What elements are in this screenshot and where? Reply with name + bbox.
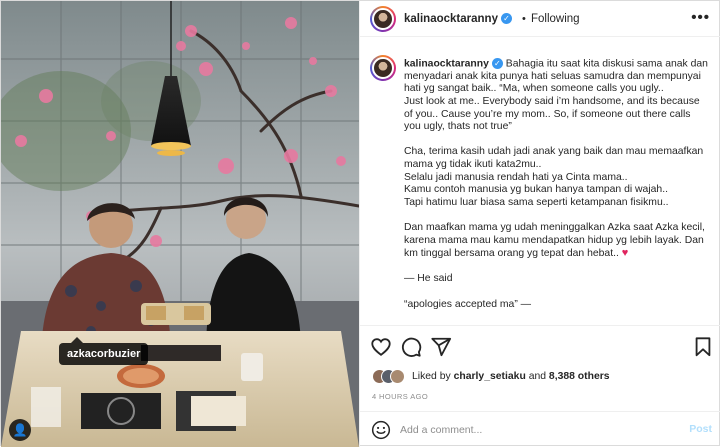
caption-verified-icon: ✓ bbox=[491, 58, 503, 69]
liker-avatar[interactable] bbox=[390, 369, 405, 384]
tagged-users-icon[interactable]: 👤 bbox=[9, 419, 31, 441]
photo-user-tag[interactable]: azkacorbuzier bbox=[59, 337, 149, 365]
comment-icon[interactable] bbox=[400, 336, 422, 358]
post-header: kalinaocktaranny ✓ • Following ••• bbox=[360, 1, 720, 37]
caption-paragraph: “apologies accepted ma” — bbox=[404, 298, 532, 310]
post-comment-button[interactable]: Post bbox=[689, 423, 712, 435]
likes-summary: Liked by charly_setiaku and 8,388 others bbox=[412, 371, 610, 382]
emoji-smiley-icon[interactable] bbox=[371, 420, 391, 440]
verified-badge-icon: ✓ bbox=[500, 13, 512, 25]
post-photo[interactable]: azkacorbuzier 👤 bbox=[1, 1, 359, 447]
caption-author-avatar[interactable] bbox=[370, 55, 396, 81]
restaurant-photo-illustration bbox=[1, 1, 359, 447]
caption-username[interactable]: kalinaocktaranny bbox=[404, 58, 489, 69]
author-username[interactable]: kalinaocktaranny ✓ bbox=[404, 13, 512, 25]
red-heart-icon: ♥ bbox=[621, 247, 629, 260]
following-button[interactable]: Following bbox=[531, 13, 580, 25]
author-avatar[interactable] bbox=[370, 6, 396, 32]
like-heart-icon[interactable] bbox=[370, 336, 392, 358]
post-details-panel: kalinaocktaranny ✓ • Following ••• kalina… bbox=[359, 1, 720, 447]
liked-by-user-link[interactable]: charly_setiaku bbox=[454, 371, 526, 382]
more-options-icon[interactable]: ••• bbox=[691, 9, 710, 26]
instagram-post-modal: azkacorbuzier 👤 kalinaocktaranny ✓ • Foll… bbox=[0, 0, 720, 447]
bookmark-icon[interactable] bbox=[692, 336, 714, 358]
caption-text: kalinaocktaranny ✓ Bahagia itu saat kita … bbox=[404, 58, 708, 324]
comment-input[interactable] bbox=[400, 421, 660, 439]
post-timestamp[interactable]: 4 HOURS AGO bbox=[372, 392, 428, 401]
author-username-text[interactable]: kalinaocktaranny bbox=[404, 13, 498, 25]
caption-area: kalinaocktaranny ✓ Bahagia itu saat kita … bbox=[360, 38, 720, 325]
others-count-link[interactable]: 8,388 others bbox=[549, 371, 610, 382]
share-icon[interactable] bbox=[430, 336, 452, 358]
header-separator: • bbox=[522, 13, 526, 25]
comment-bar: Post bbox=[360, 411, 720, 447]
caption-paragraph: Cha, terima kasih udah jadi anak yang ba… bbox=[404, 146, 704, 208]
caption-paragraph: kalinaocktaranny ✓ Bahagia itu saat kita … bbox=[404, 58, 708, 133]
caption-paragraph: Dan maafkan mama yg udah meninggalkan Az… bbox=[404, 221, 705, 260]
caption-paragraph: — He said bbox=[404, 273, 453, 285]
